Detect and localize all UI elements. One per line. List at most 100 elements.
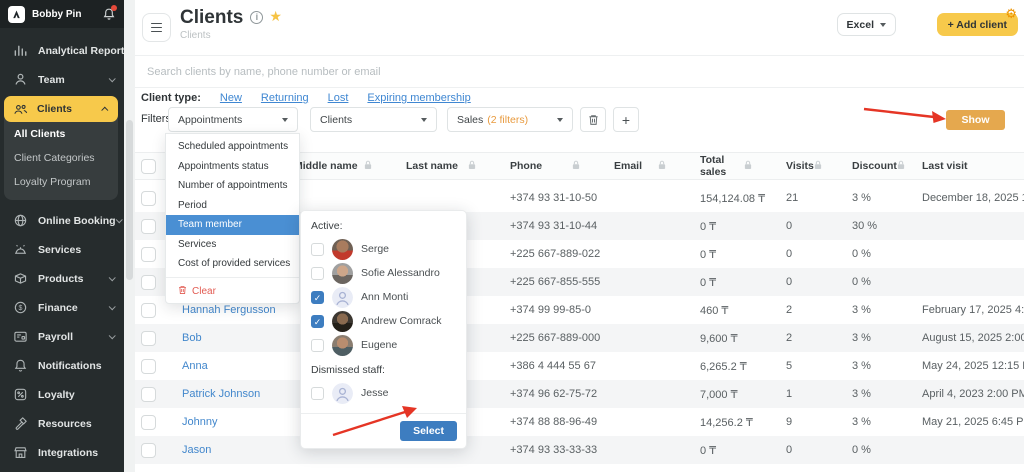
clear-filter-button[interactable]: Clear (166, 281, 299, 303)
sidebar-subitem-loyalty-program[interactable]: Loyalty Program (4, 170, 118, 194)
cell-name[interactable]: Bob (168, 332, 280, 344)
cell-name[interactable]: Jason (168, 444, 280, 456)
sidebar-item-resources[interactable]: Resources (0, 409, 124, 438)
avatar (332, 335, 353, 356)
table-row: Johnny+374 88 88-96-4914,256.2 ₸93 %May … (135, 408, 1024, 436)
staff-checkbox[interactable] (311, 339, 324, 352)
sidebar-item-analytical-reports[interactable]: Analytical Reports (0, 36, 124, 65)
sidebar-item-integrations[interactable]: Integrations (0, 438, 124, 467)
lock-icon (468, 160, 476, 173)
sidebar-scrollbar[interactable] (124, 0, 135, 472)
cell-visits: 0 (772, 220, 838, 232)
chevron-down-icon (421, 118, 427, 122)
cell-visits: 0 (772, 444, 838, 456)
sidebar-item-notifications[interactable]: Notifications (0, 351, 124, 380)
staff-checkbox[interactable] (311, 243, 324, 256)
column-header-last-name: Last name (392, 153, 496, 179)
sidebar-item-services[interactable]: Services (0, 235, 124, 264)
workspace-name[interactable]: Bobby Pin (32, 9, 102, 20)
client-type-link-expiring-membership[interactable]: Expiring membership (367, 92, 470, 104)
row-checkbox[interactable] (141, 191, 156, 206)
trash-icon[interactable] (580, 107, 606, 132)
select-button[interactable]: Select (400, 421, 457, 441)
staff-row-sofie-alessandro[interactable]: Sofie Alessandro (301, 261, 466, 285)
menu-item-cost-of-provided-services[interactable]: Cost of provided services (166, 254, 299, 274)
staff-checkbox[interactable] (311, 387, 324, 400)
staff-row-ann-monti[interactable]: ✓Ann Monti (301, 285, 466, 309)
sidebar-item-loyalty[interactable]: Loyalty (0, 380, 124, 409)
add-filter-button[interactable]: + (613, 107, 639, 132)
trash-icon (178, 285, 187, 298)
row-checkbox[interactable] (141, 359, 156, 374)
cell-phone: +374 96 62-75-72 (496, 388, 600, 400)
sidebar-item-clients[interactable]: Clients (4, 96, 118, 122)
staff-row-eugene[interactable]: Eugene (301, 333, 466, 357)
cell-discount: 30 % (838, 220, 908, 232)
search-input[interactable] (135, 56, 1024, 87)
select-all-checkbox[interactable] (141, 159, 156, 174)
row-checkbox-cell (135, 387, 168, 402)
sidebar-clients-group: Clients All ClientsClient CategoriesLoya… (4, 96, 118, 200)
sidebar-item-payroll[interactable]: Payroll (0, 322, 124, 351)
sidebar-item-products[interactable]: Products (0, 264, 124, 293)
row-checkbox[interactable] (141, 331, 156, 346)
staff-row-jesse[interactable]: Jesse (301, 381, 466, 405)
sidebar-item-finance[interactable]: $Finance (0, 293, 124, 322)
staff-checkbox[interactable]: ✓ (311, 315, 324, 328)
menu-item-period[interactable]: Period (166, 196, 299, 216)
cell-last_visit: February 17, 2025 4:30 PM (908, 304, 1024, 316)
row-checkbox[interactable] (141, 415, 156, 430)
staff-checkbox[interactable] (311, 267, 324, 280)
sidebar-subitem-client-categories[interactable]: Client Categories (4, 146, 118, 170)
filter-select-clients[interactable]: Clients (310, 107, 437, 132)
cell-name[interactable]: Johnny (168, 416, 280, 428)
row-checkbox[interactable] (141, 303, 156, 318)
cell-phone: +225 667-889-022 (496, 248, 600, 260)
sidebar-item-online-booking[interactable]: Online Booking (0, 206, 124, 235)
info-icon[interactable]: i (250, 11, 263, 24)
cell-visits: 5 (772, 360, 838, 372)
excel-export-button[interactable]: Excel (837, 13, 896, 36)
chevron-down-icon (109, 303, 116, 310)
staff-row-serge[interactable]: Serge (301, 237, 466, 261)
sidebar-item-label: Services (38, 244, 114, 256)
menu-item-scheduled-appointments[interactable]: Scheduled appointments (166, 137, 299, 157)
row-checkbox-cell (135, 359, 168, 374)
menu-item-services[interactable]: Services (166, 235, 299, 255)
column-header-discount: Discount (838, 153, 908, 179)
cell-name[interactable]: Hannah Fergusson (168, 304, 280, 316)
staff-row-andrew-comrack[interactable]: ✓Andrew Comrack (301, 309, 466, 333)
cell-total_sales: 0 ₸ (686, 444, 772, 457)
chevron-up-icon (101, 106, 108, 113)
sidebar-item-team[interactable]: Team (0, 65, 124, 94)
integrations-icon (13, 445, 29, 461)
gear-icon[interactable]: ⚙ (1005, 6, 1017, 21)
cell-phone: +225 667-855-555 (496, 276, 600, 288)
cell-name[interactable]: Anna (168, 360, 280, 372)
sidebar-subitem-all-clients[interactable]: All Clients (4, 122, 118, 146)
cell-visits: 1 (772, 388, 838, 400)
row-checkbox[interactable] (141, 219, 156, 234)
staff-checkbox[interactable]: ✓ (311, 291, 324, 304)
row-checkbox[interactable] (141, 443, 156, 458)
client-type-link-lost[interactable]: Lost (328, 92, 349, 104)
menu-item-appointments-status[interactable]: Appointments status (166, 157, 299, 177)
client-type-link-returning[interactable]: Returning (261, 92, 309, 104)
filter-select-sales[interactable]: Sales(2 filters) (447, 107, 573, 132)
column-header-phone: Phone (496, 153, 600, 179)
menu-item-team-member[interactable]: Team member (166, 215, 299, 235)
scrollbar-thumb[interactable] (126, 120, 133, 280)
notification-bell-icon[interactable] (102, 7, 116, 22)
filter-select-appointments[interactable]: Appointments (168, 107, 298, 132)
star-icon[interactable]: ★ (269, 8, 282, 24)
column-header-email: Email (600, 153, 686, 179)
row-checkbox[interactable] (141, 247, 156, 262)
hamburger-icon[interactable] (142, 13, 171, 42)
cell-name[interactable]: Patrick Johnson (168, 388, 280, 400)
show-button[interactable]: Show (946, 110, 1005, 130)
row-checkbox[interactable] (141, 275, 156, 290)
menu-item-number-of-appointments[interactable]: Number of appointments (166, 176, 299, 196)
row-checkbox[interactable] (141, 387, 156, 402)
cell-last_visit: August 15, 2025 2:00 PM (908, 332, 1024, 344)
client-type-link-new[interactable]: New (220, 92, 242, 104)
